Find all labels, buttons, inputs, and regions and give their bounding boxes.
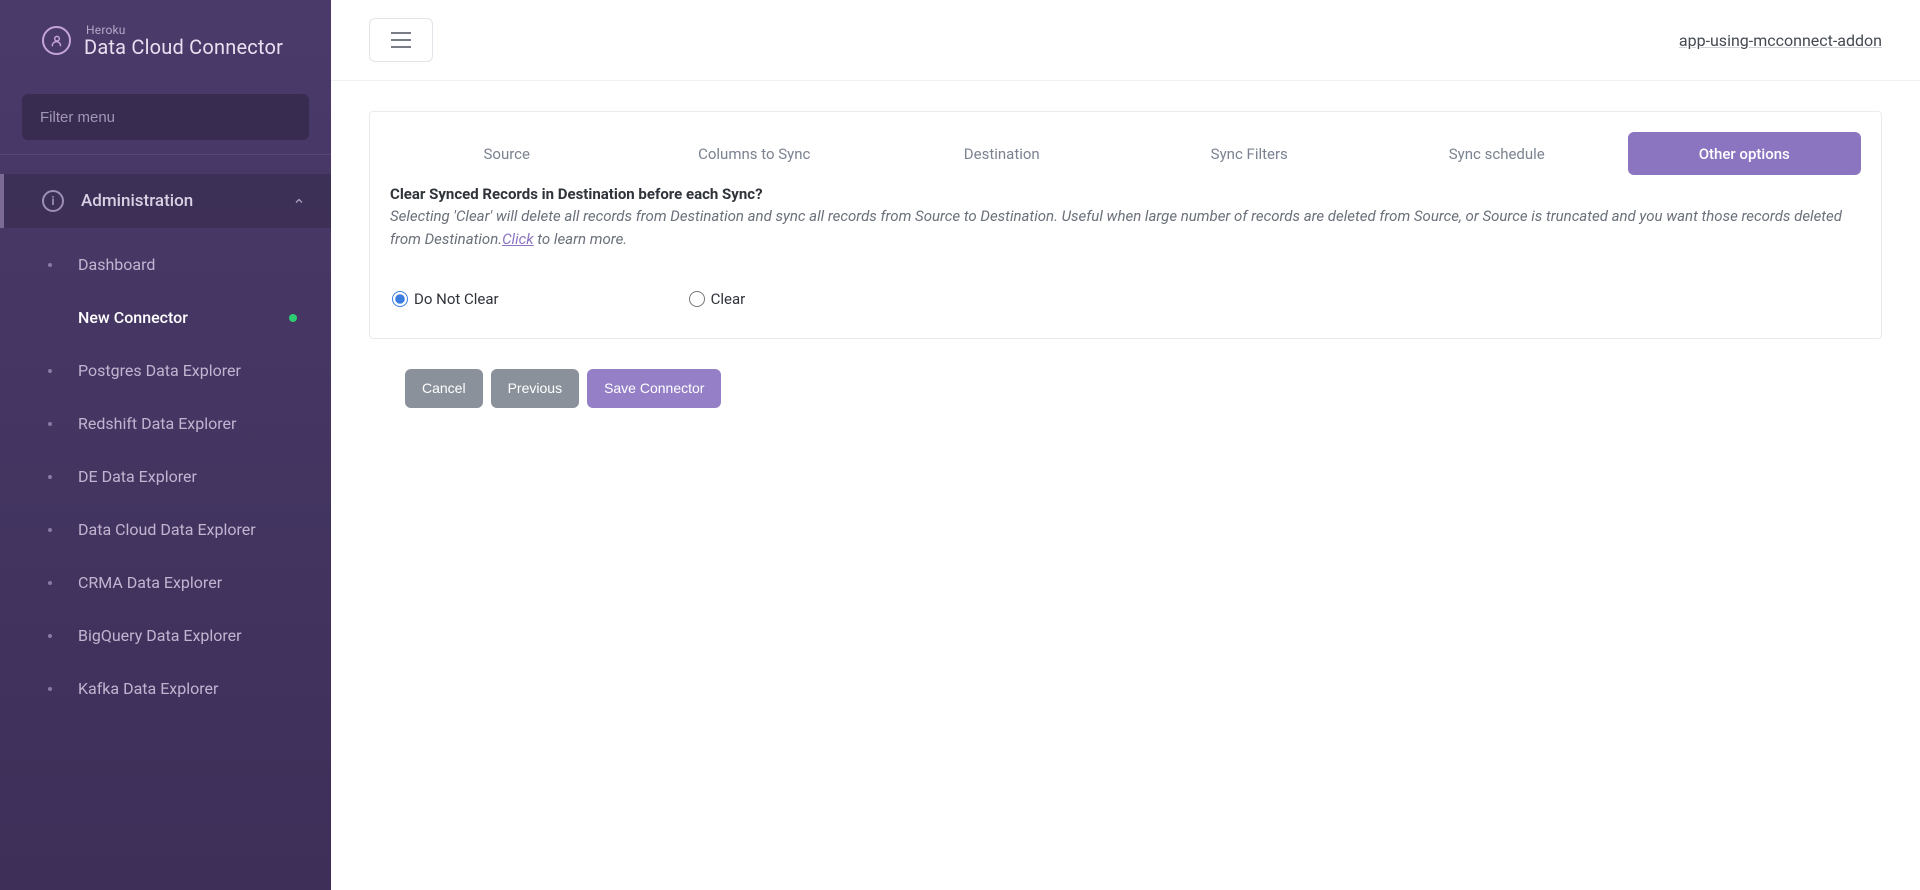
hamburger-button[interactable]	[369, 18, 433, 62]
radio-do-not-clear[interactable]: Do Not Clear	[392, 290, 499, 308]
chevron-up-icon	[293, 192, 305, 211]
topbar: app-using-mcconnect-addon	[331, 0, 1920, 81]
sidebar-item-label: Redshift Data Explorer	[78, 414, 236, 433]
description: Selecting 'Clear' will delete all record…	[390, 205, 1861, 252]
section-label: Administration	[81, 191, 293, 211]
radio-do-not-clear-label: Do Not Clear	[414, 290, 499, 308]
radio-clear-label: Clear	[711, 290, 746, 308]
desc-suffix: to learn more.	[534, 230, 628, 248]
tab-destination[interactable]: Destination	[885, 132, 1119, 175]
card: Source Columns to Sync Destination Sync Fil…	[369, 111, 1882, 339]
info-icon: i	[42, 190, 64, 212]
tab-other-options[interactable]: Other options	[1628, 132, 1862, 175]
divider	[0, 154, 331, 155]
sidebar-item-label: Postgres Data Explorer	[78, 361, 241, 380]
section-administration[interactable]: i Administration	[0, 174, 331, 228]
radio-do-not-clear-input[interactable]	[392, 291, 408, 307]
sidebar-item-label: Dashboard	[78, 255, 155, 274]
main: app-using-mcconnect-addon Source Columns …	[331, 0, 1920, 890]
save-connector-button[interactable]: Save Connector	[587, 369, 721, 408]
sidebar-item-de-data-explorer[interactable]: DE Data Explorer	[0, 450, 331, 503]
sidebar-item-label: New Connector	[78, 308, 188, 327]
radio-clear[interactable]: Clear	[689, 290, 746, 308]
logo-title: Data Cloud Connector	[84, 35, 283, 59]
desc-link[interactable]: Click	[502, 230, 534, 248]
sidebar: Heroku Data Cloud Connector i Administra…	[0, 0, 331, 890]
menu-list: Dashboard New Connector Postgres Data Expl…	[0, 228, 331, 715]
sidebar-item-data-cloud-data-explorer[interactable]: Data Cloud Data Explorer	[0, 503, 331, 556]
previous-button[interactable]: Previous	[491, 369, 579, 408]
sidebar-item-label: Data Cloud Data Explorer	[78, 520, 256, 539]
tab-source[interactable]: Source	[390, 132, 624, 175]
tab-columns-to-sync[interactable]: Columns to Sync	[638, 132, 872, 175]
tabs: Source Columns to Sync Destination Sync Fil…	[390, 132, 1861, 175]
sidebar-item-kafka-data-explorer[interactable]: Kafka Data Explorer	[0, 662, 331, 715]
sidebar-item-label: CRMA Data Explorer	[78, 573, 222, 592]
tab-sync-schedule[interactable]: Sync schedule	[1380, 132, 1614, 175]
sidebar-item-crma-data-explorer[interactable]: CRMA Data Explorer	[0, 556, 331, 609]
sidebar-item-label: Kafka Data Explorer	[78, 679, 218, 698]
app-name[interactable]: app-using-mcconnect-addon	[1679, 31, 1882, 50]
logo-icon	[42, 26, 71, 55]
active-badge	[289, 314, 297, 322]
sidebar-item-redshift-data-explorer[interactable]: Redshift Data Explorer	[0, 397, 331, 450]
tab-sync-filters[interactable]: Sync Filters	[1133, 132, 1367, 175]
question-heading: Clear Synced Records in Destination befo…	[390, 185, 1861, 203]
sidebar-item-postgres-data-explorer[interactable]: Postgres Data Explorer	[0, 344, 331, 397]
sidebar-item-dashboard[interactable]: Dashboard	[0, 238, 331, 291]
sidebar-item-label: BigQuery Data Explorer	[78, 626, 242, 645]
cancel-button[interactable]: Cancel	[405, 369, 483, 408]
radio-clear-input[interactable]	[689, 291, 705, 307]
sidebar-header: Heroku Data Cloud Connector	[0, 0, 331, 81]
sidebar-item-label: DE Data Explorer	[78, 467, 197, 486]
filter-menu-input[interactable]	[22, 94, 309, 140]
sidebar-item-bigquery-data-explorer[interactable]: BigQuery Data Explorer	[0, 609, 331, 662]
sidebar-item-new-connector[interactable]: New Connector	[0, 291, 331, 344]
